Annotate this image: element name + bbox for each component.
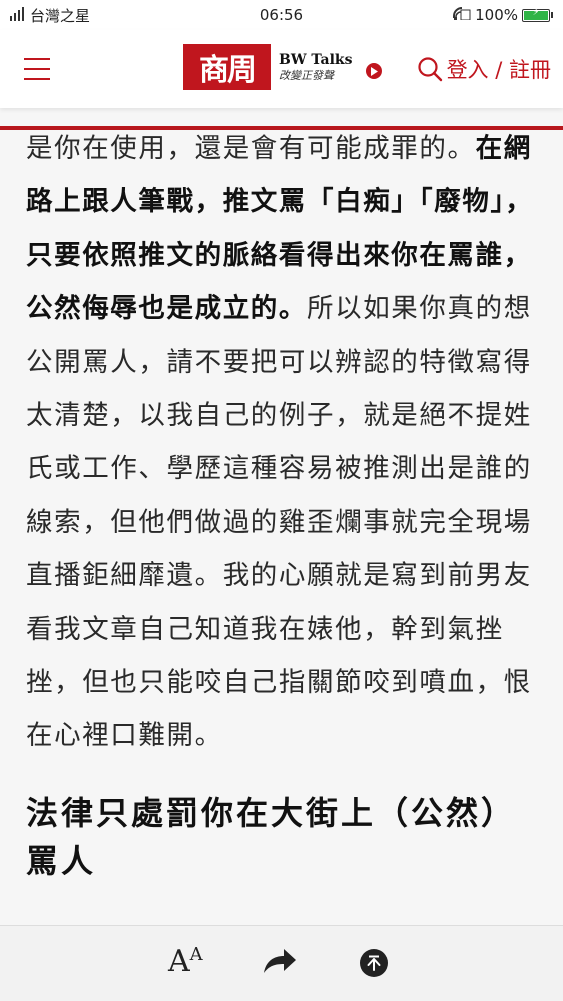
site-logo[interactable]: 商周 BW Talks 改變正發聲	[183, 44, 352, 90]
bw-talks-link[interactable]: BW Talks 改變正發聲	[279, 53, 352, 81]
status-right: 100% ⚡	[453, 6, 553, 24]
charging-icon: ⚡	[532, 6, 540, 18]
battery-tip	[551, 12, 553, 18]
carrier-label: 台灣之星	[30, 6, 91, 25]
article-paragraph: 是你在使用，還是會有可能成罪的。在網路上跟人筆戰，推文罵「白痴」「廢物」，只要依…	[26, 122, 542, 763]
font-size-big-label: A	[168, 944, 190, 979]
bw-talks-title: BW Talks	[279, 52, 353, 68]
bw-talks-slogan: 改變正發聲	[279, 69, 334, 82]
font-size-small-label: A	[189, 944, 203, 965]
back-to-top-button[interactable]	[359, 948, 389, 982]
font-size-button[interactable]: AA	[168, 944, 203, 979]
wifi-icon	[453, 6, 471, 24]
menu-icon-line	[24, 78, 50, 80]
login-register-label[interactable]: 登入 / 註冊	[447, 54, 551, 84]
article-body: 是你在使用，還是會有可能成罪的。在網路上跟人筆戰，推文罵「白痴」「廢物」，只要依…	[26, 122, 542, 885]
site-header: 商周 BW Talks 改變正發聲 登入 / 註冊	[0, 30, 563, 108]
status-left: 台灣之星	[10, 5, 90, 26]
share-button[interactable]	[262, 946, 298, 980]
back-to-top-icon	[360, 949, 388, 977]
search-icon[interactable]	[417, 56, 443, 82]
font-size-icon: AA	[168, 944, 203, 979]
battery-percent: 100%	[475, 6, 518, 24]
section-heading: 法律只處罰你在大街上（公然）罵人	[26, 793, 517, 880]
bottom-toolbar: AA	[0, 925, 563, 1001]
paragraph-text: 所以如果你真的想公開罵人，請不要把可以辨認的特徵寫得太清楚，以我自己的例子，就是…	[26, 293, 532, 752]
paragraph-text: 是你在使用，還是會有可能成罪的。	[26, 133, 476, 164]
login-register-button[interactable]: 登入 / 註冊	[417, 54, 551, 84]
menu-button[interactable]	[24, 58, 50, 80]
share-icon	[264, 949, 296, 973]
play-icon[interactable]	[366, 63, 382, 79]
status-bar: 台灣之星 06:56 100% ⚡	[0, 0, 563, 30]
menu-icon	[24, 58, 50, 60]
battery-icon: ⚡	[522, 6, 550, 22]
logo-mark: 商周	[183, 44, 271, 90]
signal-icon	[10, 6, 26, 24]
menu-icon-line	[24, 68, 50, 70]
